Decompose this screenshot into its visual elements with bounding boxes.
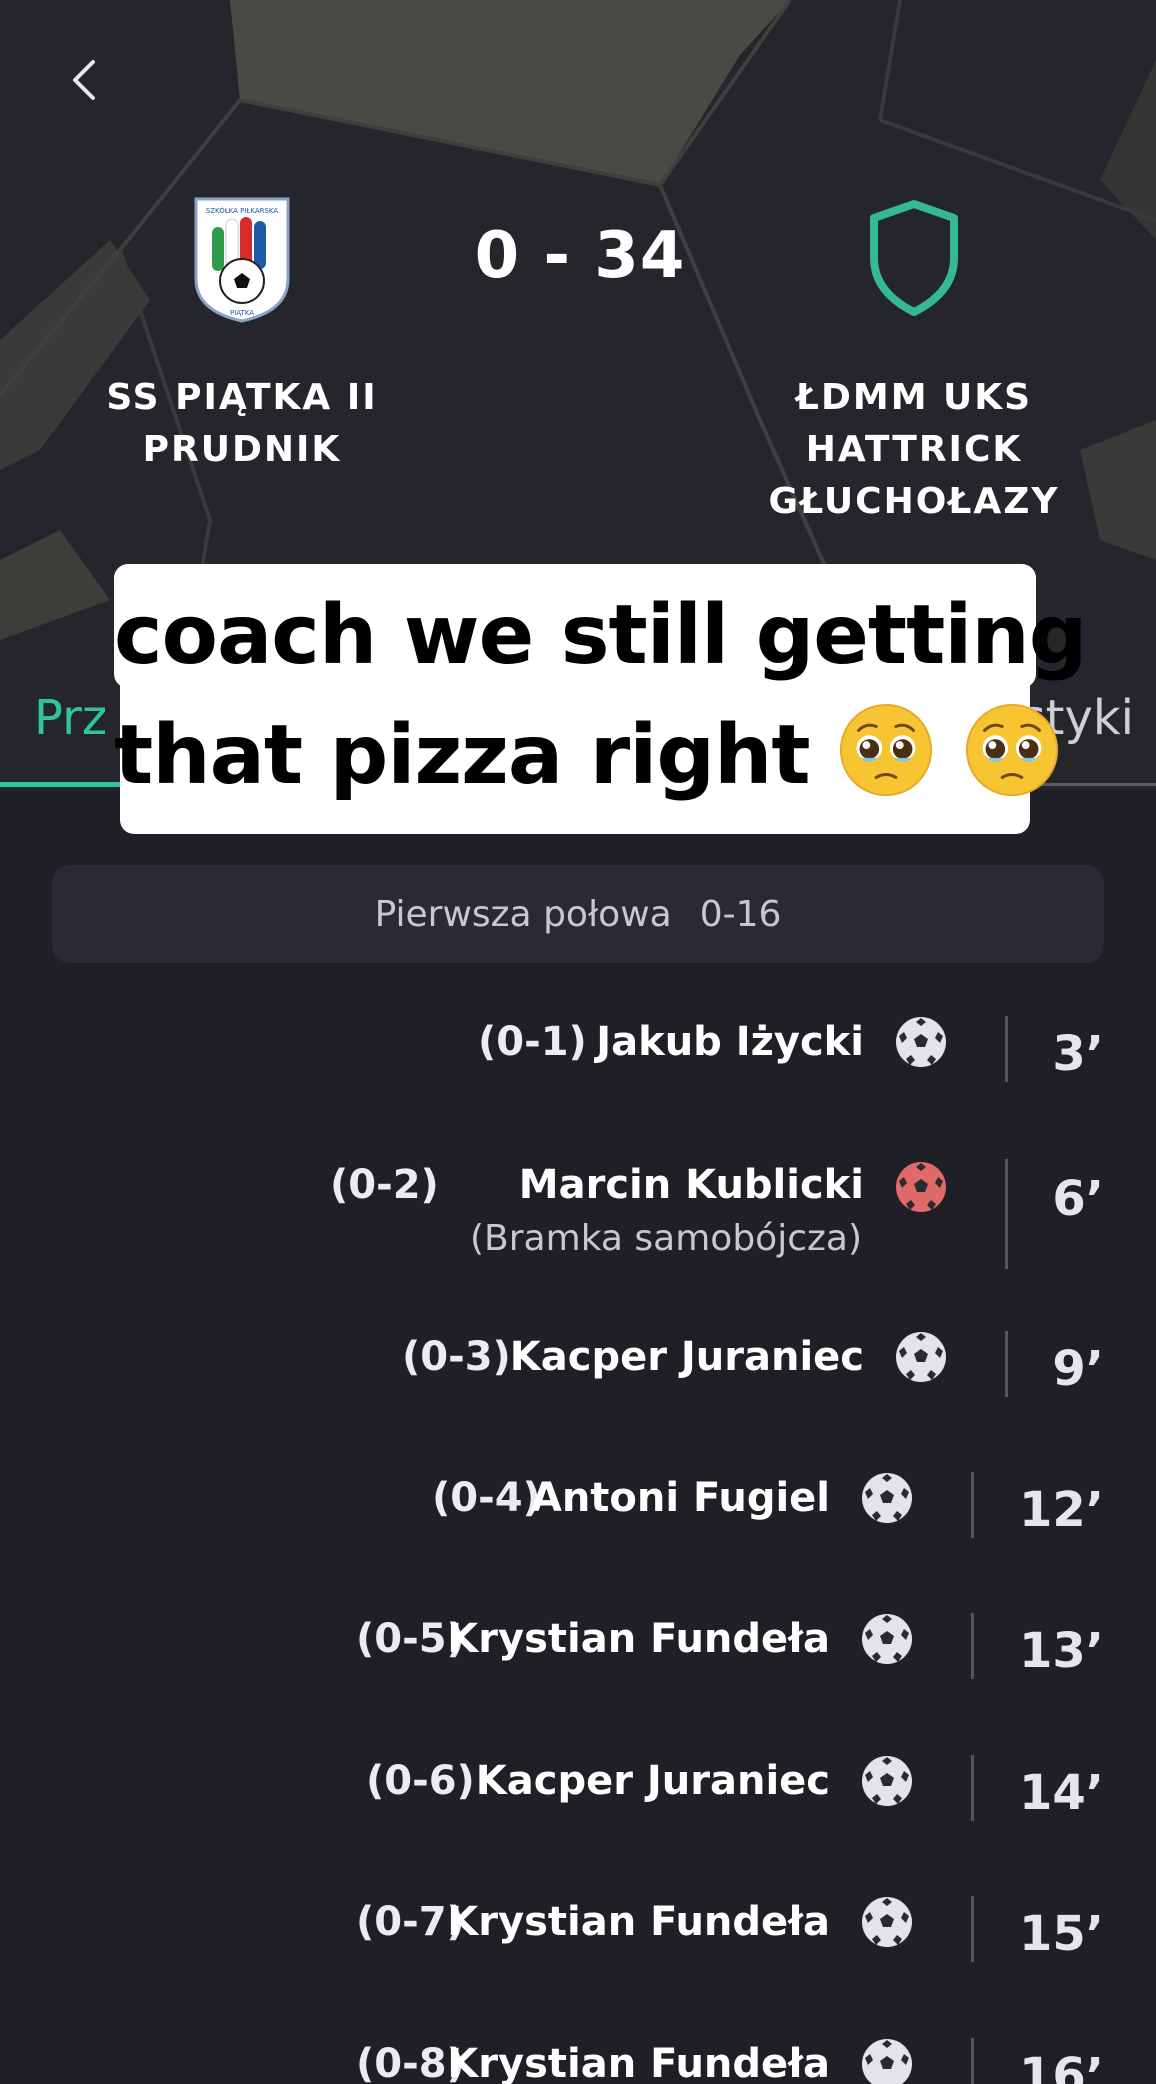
caption-line-1: coach we still getting [114, 588, 1088, 683]
video-caption: coach we still getting that pizza right [114, 576, 1088, 816]
own-goal-ball-icon [896, 1162, 946, 1212]
match-score: 0 - 34 [474, 219, 686, 293]
event-minute: 9’ [1052, 1341, 1104, 1397]
soccer-ball-icon [896, 1332, 946, 1382]
event-minute: 13’ [1018, 1623, 1104, 1679]
event-minute: 16’ [1018, 2048, 1104, 2084]
half-time-banner: Pierwsza połowa 0-16 [52, 865, 1104, 963]
pleading-face-emoji-icon [965, 703, 1058, 797]
event-player: Kacper Juraniec [509, 1334, 864, 1380]
caption-line-2: that pizza right [114, 696, 1058, 816]
event-minute: 6’ [1052, 1171, 1104, 1227]
event-score: (0-2) [330, 1162, 439, 1208]
half-label: Pierwsza połowa [374, 893, 672, 935]
goal-event-row[interactable]: (0-2) Marcin Kublicki (Bramka samobójcza… [0, 1159, 1156, 1281]
away-team-name[interactable]: ŁDMM UKS HATTRICK GŁUCHOŁAZY [734, 372, 1094, 528]
caption-line-2-text: that pizza right [114, 708, 811, 803]
event-note-own-goal: (Bramka samobójcza) [470, 1218, 862, 1259]
event-divider [1005, 1016, 1008, 1082]
soccer-ball-icon [896, 1017, 946, 1067]
home-team-name[interactable]: SS PIĄTKA II PRUDNIK [62, 372, 422, 476]
event-score: (0-4) [432, 1475, 541, 1521]
soccer-ball-icon [862, 1756, 912, 1806]
goal-event-row[interactable]: (0-8) Krystian Fundeła 16’ [0, 2038, 1156, 2084]
event-score: (0-3) [402, 1334, 511, 1380]
pleading-face-emoji-icon [840, 703, 933, 797]
event-score: (0-1) [478, 1019, 587, 1065]
soccer-ball-icon [862, 1897, 912, 1947]
event-player: Kacper Juraniec [475, 1758, 830, 1804]
goal-event-row[interactable]: (0-5) Krystian Fundeła 13’ [0, 1613, 1156, 1695]
event-player: Marcin Kublicki [518, 1162, 864, 1208]
event-minute: 14’ [1018, 1765, 1104, 1821]
logo-text-top: SZKÓŁKA PIŁKARSKA [206, 206, 279, 215]
event-divider [971, 2038, 974, 2084]
away-team-name-line2: HATTRICK [805, 429, 1023, 470]
soccer-ball-icon [862, 1614, 912, 1664]
away-team-name-line3: GŁUCHOŁAZY [768, 481, 1060, 522]
half-score: 0-16 [699, 893, 782, 935]
away-team-name-line1: ŁDMM UKS [795, 377, 1033, 418]
shield-icon[interactable] [862, 196, 966, 320]
event-minute: 3’ [1052, 1026, 1104, 1082]
goal-event-row[interactable]: (0-1) Jakub Iżycki 3’ [0, 1016, 1156, 1098]
goal-event-row[interactable]: (0-4) Antoni Fugiel 12’ [0, 1472, 1156, 1554]
event-divider [1005, 1159, 1008, 1269]
event-player: Krystian Fundeła [447, 1899, 830, 1945]
tab-overview[interactable]: Prz [34, 688, 107, 748]
event-player: Jakub Iżycki [596, 1019, 864, 1065]
soccer-ball-icon [862, 2039, 912, 2084]
logo-text-bottom: PIĄTKA [230, 309, 254, 317]
event-divider [971, 1613, 974, 1679]
event-minute: 12’ [1018, 1482, 1104, 1538]
chevron-left-icon [73, 60, 95, 100]
event-divider [971, 1755, 974, 1821]
event-player: Krystian Fundeła [447, 2041, 830, 2084]
event-player: Krystian Fundeła [447, 1616, 830, 1662]
goal-event-row[interactable]: (0-6) Kacper Juraniec 14’ [0, 1755, 1156, 1837]
home-team-logo[interactable]: SZKÓŁKA PIŁKARSKA PIĄTKA [190, 193, 294, 325]
event-minute: 15’ [1018, 1906, 1104, 1962]
home-team-name-line1: SS PIĄTKA II [106, 377, 378, 418]
event-score: (0-6) [366, 1758, 475, 1804]
event-player: Antoni Fugiel [530, 1475, 830, 1521]
event-divider [971, 1472, 974, 1538]
goal-event-row[interactable]: (0-3) Kacper Juraniec 9’ [0, 1331, 1156, 1413]
back-button[interactable] [56, 52, 112, 108]
event-divider [971, 1896, 974, 1962]
match-details-screen: SZKÓŁKA PIŁKARSKA PIĄTKA 0 - 34 SS PIĄTK… [0, 0, 1156, 2084]
home-team-name-line2: PRUDNIK [142, 429, 342, 470]
goal-event-row[interactable]: (0-7) Krystian Fundeła 15’ [0, 1896, 1156, 1978]
soccer-ball-icon [862, 1473, 912, 1523]
event-divider [1005, 1331, 1008, 1397]
